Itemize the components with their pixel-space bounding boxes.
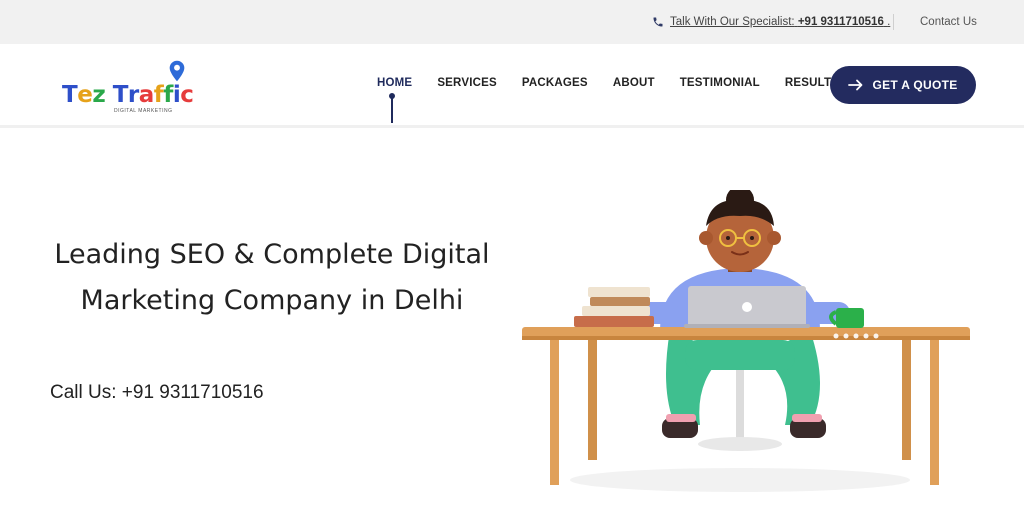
nav-item-label: TESTIMONIAL: [679, 77, 760, 89]
nav-item-home[interactable]: HOME: [377, 77, 413, 123]
active-nav-indicator: [389, 93, 395, 123]
topbar-divider: [893, 14, 894, 30]
hero-title: Leading SEO & Complete Digital Marketing…: [54, 239, 490, 316]
specialist-contact[interactable]: Talk With Our Specialist: +91 9311710516…: [652, 16, 890, 28]
contact-us-link[interactable]: Contact Us: [920, 16, 977, 28]
logo-letter: T: [62, 82, 78, 108]
nav-item-testimonial[interactable]: TESTIMONIAL: [680, 77, 760, 89]
logo-letter: r: [127, 82, 139, 108]
person-at-desk-illustration: [522, 190, 970, 492]
nav-item-label: SERVICES: [437, 77, 497, 89]
nav-item-packages[interactable]: PACKAGES: [522, 77, 588, 89]
logo-letter: e: [77, 82, 93, 108]
specialist-phone: +91 9311710516: [797, 16, 884, 28]
logo-letter: T: [112, 82, 129, 108]
logo-letter: f: [163, 82, 173, 108]
book-stack: [574, 287, 654, 327]
person-head: [699, 190, 781, 272]
chair: [698, 360, 782, 451]
get-a-quote-button[interactable]: GET A QUOTE: [830, 66, 976, 104]
specialist-prefix: Talk With Our Specialist:: [670, 16, 795, 28]
specialist-suffix: .: [887, 16, 891, 28]
nav-item-label: PACKAGES: [521, 77, 588, 89]
logo-letter: a: [138, 82, 155, 108]
laptop: [684, 286, 810, 328]
arrow-right-icon: [848, 79, 863, 91]
logo-wordmark: Tez Traffic: [62, 82, 194, 108]
specialist-link[interactable]: Talk With Our Specialist: +91 9311710516…: [670, 16, 890, 28]
location-pin-icon: [169, 60, 185, 82]
top-bar: Talk With Our Specialist: +91 9311710516…: [0, 0, 1024, 44]
main-navigation: HOME SERVICES PACKAGES ABOUT TESTIMONIAL RESU…: [377, 77, 864, 123]
nav-item-label: HOME: [377, 77, 413, 89]
logo-letter: i: [172, 82, 181, 108]
site-logo[interactable]: Tez Traffic DIGITAL MARKETING: [62, 58, 202, 118]
desk-edge: [522, 336, 970, 340]
hero-call-us[interactable]: Call Us: +91 9311710516: [50, 382, 264, 404]
nav-item-about[interactable]: ABOUT: [613, 77, 655, 89]
logo-tagline: DIGITAL MARKETING: [114, 108, 173, 114]
logo-letter: f: [153, 82, 164, 108]
logo-letter: c: [180, 82, 194, 108]
main-header: Tez Traffic DIGITAL MARKETING HOME SERVIC…: [0, 44, 1024, 128]
floor-shadow: [570, 468, 910, 492]
logo-letter: z: [92, 82, 106, 108]
phone-icon: [653, 17, 663, 27]
nav-item-label: ABOUT: [612, 77, 655, 89]
nav-item-services[interactable]: SERVICES: [437, 77, 497, 89]
get-a-quote-label: GET A QUOTE: [872, 78, 958, 92]
logo-letter: [105, 82, 113, 108]
